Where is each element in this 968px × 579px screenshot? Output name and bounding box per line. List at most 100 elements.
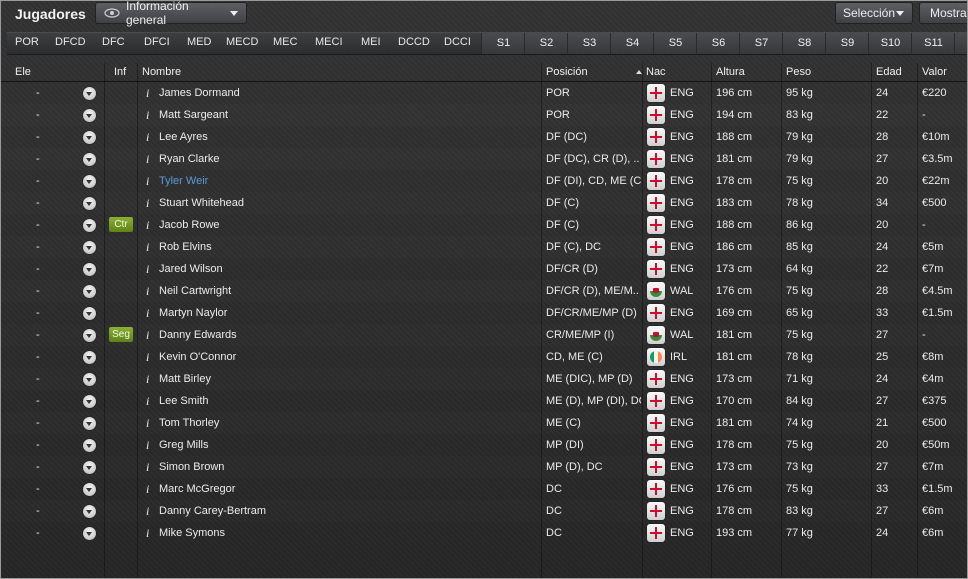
info-icon[interactable]: i	[146, 240, 149, 255]
table-row[interactable]: - i Danny Carey-Bertram DC ENG 178 cm 83 kg 27 €…	[1, 500, 967, 522]
table-row[interactable]: - i Matt Birley ME (DIC), MP (D) ENG 173 cm 71…	[1, 368, 967, 390]
show-dropdown[interactable]: Mostrar	[919, 2, 967, 24]
options-dropdown-icon[interactable]	[83, 461, 96, 474]
slot-s7[interactable]: S7	[739, 33, 783, 54]
info-icon[interactable]: i	[146, 438, 149, 453]
info-icon[interactable]: i	[146, 284, 149, 299]
slot-more[interactable]	[954, 33, 967, 54]
options-dropdown-icon[interactable]	[83, 109, 96, 122]
selection-cell[interactable]: -	[36, 483, 40, 495]
options-dropdown-icon[interactable]	[83, 285, 96, 298]
table-row[interactable]: - i Jared Wilson DF/CR (D) ENG 173 cm 64 kg 22 €…	[1, 258, 967, 280]
player-name[interactable]: Neil Cartwright	[159, 285, 231, 297]
slot-s9[interactable]: S9	[825, 33, 869, 54]
player-name[interactable]: Kevin O'Connor	[159, 351, 236, 363]
table-row[interactable]: - i Lee Smith ME (D), MP (DI), DC ENG 170 cm 8…	[1, 390, 967, 412]
filter-mec[interactable]: MEC	[273, 36, 297, 48]
selection-cell[interactable]: -	[36, 505, 40, 517]
options-dropdown-icon[interactable]	[83, 505, 96, 518]
table-row[interactable]: - i Martyn Naylor DF/CR/ME/MP (D) ENG 169 cm 6…	[1, 302, 967, 324]
filter-med[interactable]: MED	[187, 36, 211, 48]
table-row[interactable]: - i Neil Cartwright DF/CR (D), ME/M.. WAL 176…	[1, 280, 967, 302]
info-icon[interactable]: i	[146, 306, 149, 321]
slot-s2[interactable]: S2	[524, 33, 568, 54]
info-icon[interactable]: i	[146, 108, 149, 123]
slot-s6[interactable]: S6	[696, 33, 740, 54]
options-dropdown-icon[interactable]	[83, 131, 96, 144]
options-dropdown-icon[interactable]	[83, 395, 96, 408]
player-name[interactable]: Simon Brown	[159, 461, 224, 473]
info-icon[interactable]: i	[146, 130, 149, 145]
options-dropdown-icon[interactable]	[83, 241, 96, 254]
player-name[interactable]: Lee Smith	[159, 395, 209, 407]
info-icon[interactable]: i	[146, 504, 149, 519]
filter-meci[interactable]: MECI	[315, 36, 343, 48]
filter-dccd[interactable]: DCCD	[398, 36, 430, 48]
filter-mecd[interactable]: MECD	[226, 36, 258, 48]
info-icon[interactable]: i	[146, 218, 149, 233]
selection-cell[interactable]: -	[36, 219, 40, 231]
player-name[interactable]: Martyn Naylor	[159, 307, 227, 319]
slot-s4[interactable]: S4	[610, 33, 654, 54]
player-name[interactable]: Danny Carey-Bertram	[159, 505, 266, 517]
options-dropdown-icon[interactable]	[83, 329, 96, 342]
player-name[interactable]: Tom Thorley	[159, 417, 219, 429]
options-dropdown-icon[interactable]	[83, 197, 96, 210]
player-name[interactable]: Stuart Whitehead	[159, 197, 244, 209]
options-dropdown-icon[interactable]	[83, 351, 96, 364]
player-name[interactable]: Tyler Weir	[159, 175, 208, 187]
info-icon[interactable]: i	[146, 328, 149, 343]
filter-mei[interactable]: MEI	[361, 36, 381, 48]
table-row[interactable]: - i Marc McGregor DC ENG 176 cm 75 kg 33 €1.5m	[1, 478, 967, 500]
table-row[interactable]: - i Simon Brown MP (D), DC ENG 173 cm 73 kg 27 €…	[1, 456, 967, 478]
info-icon[interactable]: i	[146, 350, 149, 365]
options-dropdown-icon[interactable]	[83, 153, 96, 166]
selection-cell[interactable]: -	[36, 417, 40, 429]
col-name[interactable]: Nombre	[142, 66, 181, 78]
info-icon[interactable]: i	[146, 86, 149, 101]
table-row[interactable]: - i Tyler Weir DF (DI), CD, ME (C) ENG 178 cm…	[1, 170, 967, 192]
table-row[interactable]: - i James Dormand POR ENG 196 cm 95 kg 24 €220	[1, 82, 967, 104]
filter-por[interactable]: POR	[15, 36, 39, 48]
filter-dfci[interactable]: DFCI	[144, 36, 170, 48]
player-name[interactable]: Mike Symons	[159, 527, 225, 539]
player-name[interactable]: Ryan Clarke	[159, 153, 220, 165]
col-position[interactable]: Posición	[546, 66, 588, 78]
info-icon[interactable]: i	[146, 262, 149, 277]
selection-cell[interactable]: -	[36, 351, 40, 363]
slot-s5[interactable]: S5	[653, 33, 697, 54]
selection-cell[interactable]: -	[36, 395, 40, 407]
slot-s1[interactable]: S1	[481, 33, 525, 54]
table-row[interactable]: - i Kevin O'Connor CD, ME (C) IRL 181 cm 78 kg…	[1, 346, 967, 368]
slot-s10[interactable]: S10	[868, 33, 912, 54]
col-height[interactable]: Altura	[716, 66, 745, 78]
selection-cell[interactable]: -	[36, 263, 40, 275]
table-row[interactable]: - i Greg Mills MP (DI) ENG 178 cm 75 kg 20 €50m	[1, 434, 967, 456]
player-name[interactable]: Matt Sargeant	[159, 109, 228, 121]
selection-cell[interactable]: -	[36, 109, 40, 121]
player-name[interactable]: Marc McGregor	[159, 483, 235, 495]
slot-s11[interactable]: S11	[911, 33, 955, 54]
info-icon[interactable]: i	[146, 482, 149, 497]
col-ele[interactable]: Ele	[15, 66, 31, 78]
selection-cell[interactable]: -	[36, 197, 40, 209]
table-row[interactable]: - i Ryan Clarke DF (DC), CR (D), .. ENG 181 c…	[1, 148, 967, 170]
view-dropdown[interactable]: Información general	[95, 1, 247, 27]
options-dropdown-icon[interactable]	[83, 373, 96, 386]
player-name[interactable]: Matt Birley	[159, 373, 211, 385]
selection-cell[interactable]: -	[36, 153, 40, 165]
slot-s3[interactable]: S3	[567, 33, 611, 54]
player-name[interactable]: Danny Edwards	[159, 329, 237, 341]
options-dropdown-icon[interactable]	[83, 87, 96, 100]
player-name[interactable]: Greg Mills	[159, 439, 209, 451]
info-icon[interactable]: i	[146, 526, 149, 541]
filter-dfcd[interactable]: DFCD	[55, 36, 86, 48]
table-row[interactable]: - i Matt Sargeant POR ENG 194 cm 83 kg 22 -	[1, 104, 967, 126]
table-row[interactable]: - Ctr i Jacob Rowe DF (C) ENG 188 cm 86 kg 20 -	[1, 214, 967, 236]
table-row[interactable]: - Seg i Danny Edwards CR/ME/MP (I) WAL 181 cm 7…	[1, 324, 967, 346]
player-name[interactable]: Jared Wilson	[159, 263, 223, 275]
options-dropdown-icon[interactable]	[83, 439, 96, 452]
options-dropdown-icon[interactable]	[83, 175, 96, 188]
table-row[interactable]: - i Mike Symons DC ENG 193 cm 77 kg 24 €6m	[1, 522, 967, 544]
player-name[interactable]: James Dormand	[159, 87, 240, 99]
